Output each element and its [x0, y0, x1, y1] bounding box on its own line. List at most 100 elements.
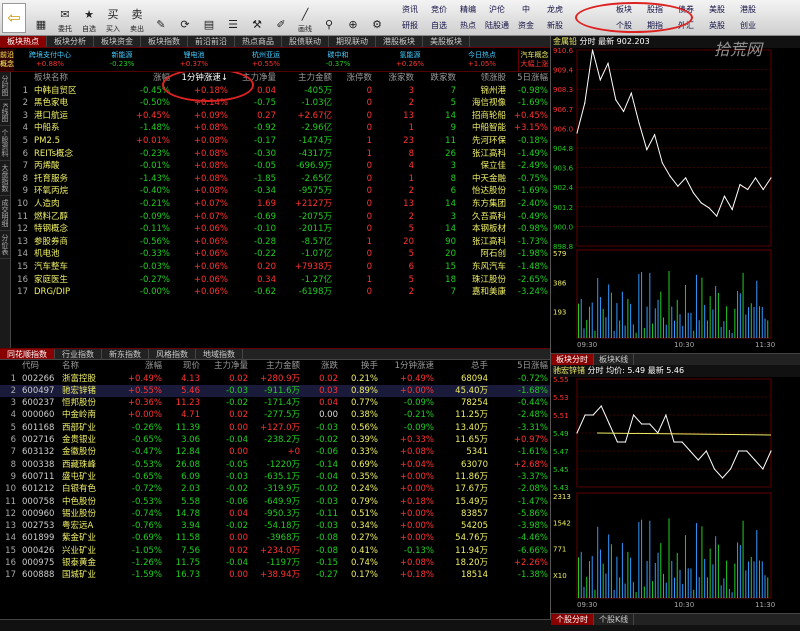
table-row[interactable]: 17 DRG/DIP -0.00% +0.06% -0.62 -6198万 0 2 7 嘉和美康 -…	[12, 286, 550, 299]
sidebar-item[interactable]: 分价表	[0, 231, 10, 259]
table-row[interactable]: 7 603132 金徽股份 -0.47% 12.84 0.00 +0 -0.06 0.33% +0…	[0, 446, 550, 458]
table-row[interactable]: 3 600237 恒邦股份 +0.36% 11.23 -0.02 -171.4万 0.04 0.…	[0, 397, 550, 409]
table-row[interactable]: 8 托育服务 -1.43% +0.08% -1.85 -2.65亿 0 1 8 中天金融 -0.75…	[12, 173, 550, 186]
tab-board-0[interactable]: 板块热点	[0, 36, 47, 47]
table-row[interactable]: 7 丙烯酸 -0.01% +0.08% -0.05 -696.9万 0 4 3 保立佳 -2.49%	[12, 160, 550, 173]
table-row[interactable]: 9 环氧丙烷 -0.40% +0.08% -0.34 -9575万 0 2 6 怡达股份 -1.69…	[12, 185, 550, 198]
chart-tab[interactable]: 个股分时	[551, 614, 594, 625]
table-row[interactable]: 11 燃料乙醇 -0.09% +0.07% -0.69 -2075万 0 2 3 久吾高科 -0.4…	[12, 211, 550, 224]
ticker-item[interactable]: 锂电池 +0.37%	[158, 49, 230, 71]
chart-tab[interactable]: 板块K线	[594, 354, 635, 365]
toolbar-grid-item[interactable]: 竞价	[425, 2, 453, 17]
column-header[interactable]: 主力金额	[250, 360, 302, 373]
tab-board-5[interactable]: 热点商品	[235, 36, 282, 47]
table-row[interactable]: 12 000960 锡业股份 -0.74% 14.78 0.04 -950.3万 -0.11 0…	[0, 508, 550, 520]
table-row[interactable]: 15 000426 兴业矿业 -1.05% 7.56 0.02 +234.0万 -0.08 0.…	[0, 545, 550, 557]
column-header[interactable]: 换手	[340, 360, 380, 373]
toolbar-button-5[interactable]: 卖卖出	[126, 2, 148, 34]
table-row[interactable]: 14 601899 紫金矿业 -0.69% 11.58 0.00 -3968万 -0.08 0.…	[0, 532, 550, 544]
table-row[interactable]: 2 600497 驰宏锌锗 +0.55% 5.46 -0.03 -911.6万 0.03 0.8…	[0, 384, 550, 398]
column-header[interactable]: 主力金额	[278, 72, 334, 85]
board-intraday-chart[interactable]: 910.6 909.4 908.3 906.7 906.0 904.8 903.6 902.4…	[551, 47, 800, 350]
column-header[interactable]: 涨跌	[302, 360, 340, 373]
toolbar-button-13[interactable]: ⚲	[318, 2, 340, 34]
toolbar-grid-item[interactable]: 美股	[702, 2, 732, 17]
toolbar-grid-item[interactable]: 中	[512, 2, 540, 17]
tab-board-8[interactable]: 港股板块	[376, 36, 423, 47]
table-row[interactable]: 1 002266 浙富控股 +0.49% 4.13 0.02 +280.9万 0.02 0.21…	[0, 373, 550, 385]
toolbar-button-8[interactable]: ▤	[198, 2, 220, 34]
column-header[interactable]: 总手	[436, 360, 490, 373]
ticker-item[interactable]: 今日热点 +1.05%	[446, 49, 518, 71]
table-row[interactable]: 13 002753 粤宏远A -0.76% 3.94 -0.02 -54.18万 -0.03 0…	[0, 520, 550, 532]
table-row[interactable]: 9 600711 盛屯矿业 -0.65% 6.09 -0.03 -635.1万 -0.04 0.…	[0, 471, 550, 483]
toolbar-grid-item[interactable]: 港股	[733, 2, 763, 17]
table-row[interactable]: 6 002716 金贵银业 -0.65% 3.06 -0.04 -238.2万 -0.02 0.…	[0, 434, 550, 446]
tab-board-9[interactable]: 美股板块	[423, 36, 470, 47]
tab-board-4[interactable]: 前沿前沿	[188, 36, 235, 47]
toolbar-button-14[interactable]: ⊕	[342, 2, 364, 34]
tab-board-3[interactable]: 板块指数	[141, 36, 188, 47]
column-header[interactable]: 板块名称	[32, 72, 128, 85]
table-row[interactable]: 4 000060 中金岭南 +0.00% 4.71 0.02 -277.5万 0.00 0.38…	[0, 409, 550, 421]
table-row[interactable]: 17 600888 国城矿业 -1.59% 16.73 0.00 +38.94万 -0.27 0…	[0, 569, 550, 581]
ticker-item[interactable]: 新能源 -0.23%	[86, 49, 158, 71]
chart-tab[interactable]: 个股K线	[594, 614, 635, 625]
table-row[interactable]: 5 PM2.5 +0.01% +0.08% -0.17 -1474万 1 23 11 先河环保 -0…	[12, 135, 550, 148]
toolbar-grid-item[interactable]: 研报	[396, 18, 424, 33]
column-header[interactable]: 跌家数	[416, 72, 458, 85]
table-row[interactable]: 13 参股券商 -0.56% +0.06% -0.28 -8.57亿 1 20 90 张江高科 -1…	[12, 236, 550, 249]
toolbar-grid-item[interactable]: 热点	[454, 18, 482, 33]
toolbar-grid-item[interactable]: 沪伦	[483, 2, 511, 17]
column-header[interactable]: 涨停数	[334, 72, 374, 85]
tab-board-6[interactable]: 股债联动	[282, 36, 329, 47]
toolbar-grid-item[interactable]: 陆股通	[483, 18, 511, 33]
toolbar-grid-item[interactable]: 新股	[541, 18, 569, 33]
ticker-item[interactable]: 杭州亚运 +0.55%	[230, 49, 302, 71]
tab-board-7[interactable]: 期现联动	[329, 36, 376, 47]
toolbar-button-1[interactable]: ▦	[30, 2, 52, 34]
table-row[interactable]: 15 汽车整车 -0.03% +0.06% 0.20 +7938万 0 6 15 东风汽车 -1.4…	[12, 261, 550, 274]
column-header[interactable]: 现价	[164, 360, 202, 373]
stock-intraday-chart[interactable]: 5.55 5.53 5.51 5.49 5.47 5.45 5.432313 1542 771 X…	[551, 376, 800, 610]
tab-index-1[interactable]: 行业指数	[55, 349, 102, 359]
toolbar-grid-item[interactable]: 龙虎	[541, 2, 569, 17]
ticker-item[interactable]: 跨境支付中心 +0.88%	[14, 49, 86, 71]
toolbar-grid-item[interactable]: 精编	[454, 2, 482, 17]
tab-board-1[interactable]: 板块分析	[47, 36, 94, 47]
column-header[interactable]: 涨家数	[374, 72, 416, 85]
table-row[interactable]: 10 人造肉 -0.21% +0.07% 1.69 +2127万 0 13 14 东方集团 -2.4…	[12, 198, 550, 211]
column-header[interactable]	[0, 360, 20, 373]
toolbar-grid-item[interactable]: 自选	[425, 18, 453, 33]
toolbar-button-10[interactable]: ⚒	[246, 2, 268, 34]
tab-index-0[interactable]: 同花顺指数	[0, 349, 55, 359]
toolbar-button-11[interactable]: ✐	[270, 2, 292, 34]
sidebar-item[interactable]: 成交明细	[0, 196, 10, 231]
sidebar-item[interactable]: K线图	[0, 100, 10, 126]
table-row[interactable]: 16 000975 银泰黄金 -1.26% 11.75 -0.04 -1197万 -0.15 0…	[0, 557, 550, 569]
table-row[interactable]: 10 601212 白银有色 -0.72% 2.03 -0.02 -319.9万 -0.02 0…	[0, 483, 550, 495]
tab-board-2[interactable]: 板块资金	[94, 36, 141, 47]
chart-tab[interactable]: 板块分时	[551, 354, 594, 365]
toolbar-button-4[interactable]: 买买入	[102, 2, 124, 34]
ticker-right[interactable]: 汽车概念 大幅上涨	[517, 49, 550, 71]
ticker-left-label[interactable]: 前沿概念	[0, 49, 14, 71]
toolbar-button-9[interactable]: ☰	[222, 2, 244, 34]
toolbar-button-6[interactable]: ✎	[150, 2, 172, 34]
sidebar-item[interactable]: 个股资料	[0, 126, 10, 161]
column-header[interactable]: 代码	[20, 360, 60, 373]
sidebar-item[interactable]: 分时图	[0, 72, 10, 100]
table-row[interactable]: 6 REITs概念 -0.23% +0.08% -0.30 -4317万 1 8 26 张江高科 -…	[12, 148, 550, 161]
back-button[interactable]: ⇦	[2, 2, 26, 33]
column-header[interactable]: 5日涨幅	[490, 360, 550, 373]
table-row[interactable]: 2 黑色家电 -0.50% +0.14% -0.75 -1.03亿 0 2 5 海信视像 -1.69…	[12, 97, 550, 110]
table-row[interactable]: 5 601168 西部矿业 -0.26% 11.39 0.00 +127.0万 -0.03 0.…	[0, 422, 550, 434]
tab-index-2[interactable]: 新东指数	[102, 349, 149, 359]
toolbar-button-7[interactable]: ⟳	[174, 2, 196, 34]
column-header[interactable]	[12, 72, 32, 85]
table-row[interactable]: 8 000338 西藏珠峰 -0.53% 26.08 -0.05 -1220万 -0.14 0.…	[0, 459, 550, 471]
column-header[interactable]: 5日涨幅	[508, 72, 550, 85]
table-row[interactable]: 12 特钢概念 -0.11% +0.06% -0.10 -2011万 0 5 14 本钢板材 -0.…	[12, 223, 550, 236]
toolbar-button-15[interactable]: ⚙	[366, 2, 388, 34]
table-row[interactable]: 11 000758 中色股份 -0.53% 5.58 -0.06 -649.9万 -0.03 0…	[0, 496, 550, 508]
